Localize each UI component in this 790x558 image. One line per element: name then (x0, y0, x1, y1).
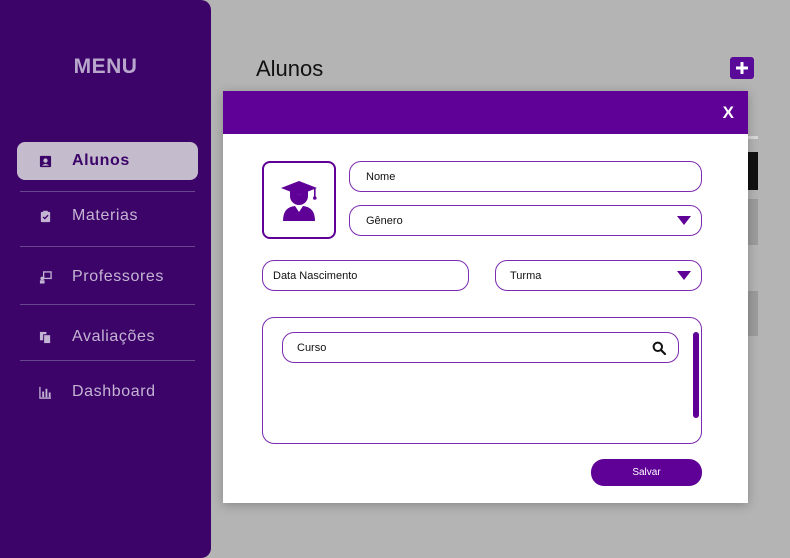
add-button[interactable] (730, 57, 754, 79)
modal-header: X (223, 91, 748, 134)
course-list-scrollbar[interactable] (693, 332, 699, 418)
course-search-input[interactable]: Curso (282, 332, 679, 363)
sidebar-item-professores[interactable]: Professores (17, 258, 198, 296)
chevron-down-icon (677, 270, 691, 280)
course-search-label: Curso (297, 341, 327, 354)
name-field[interactable]: Nome (349, 161, 702, 192)
divider (20, 191, 195, 192)
search-icon[interactable] (652, 341, 666, 355)
divider (20, 304, 195, 305)
student-form-modal: X Nome Gênero Data Nascimento Turma Curs… (223, 91, 748, 503)
birth-date-field[interactable]: Data Nascimento (262, 260, 469, 291)
background-table-row (748, 199, 758, 245)
clipboard-check-icon (38, 209, 53, 224)
sidebar-item-label: Materias (72, 207, 139, 224)
bar-chart-icon (38, 385, 53, 400)
graduate-icon (281, 181, 317, 221)
sidebar-item-avaliacoes[interactable]: Avaliações (17, 318, 198, 356)
save-button[interactable]: Salvar (591, 459, 702, 486)
sidebar-item-label: Avaliações (72, 328, 156, 345)
student-icon (38, 154, 53, 169)
chevron-down-icon (677, 215, 691, 225)
sidebar-item-label: Professores (72, 268, 164, 285)
background-table-edge (748, 136, 758, 139)
teacher-board-icon (38, 270, 53, 285)
divider (20, 246, 195, 247)
page-title: Alunos (256, 56, 324, 81)
sidebar-item-materias[interactable]: Materias (17, 197, 198, 235)
sidebar: MENU Alunos Materias Professores Avaliaç… (0, 0, 211, 558)
sidebar-item-dashboard[interactable]: Dashboard (17, 373, 198, 411)
background-table-header (748, 152, 758, 190)
sidebar-item-alunos[interactable]: Alunos (17, 142, 198, 180)
class-select[interactable]: Turma (495, 260, 702, 291)
close-button[interactable]: X (723, 103, 734, 123)
background-table-row (748, 291, 758, 336)
class-select-label: Turma (510, 269, 542, 282)
avatar-upload[interactable] (262, 161, 336, 239)
sidebar-item-label: Dashboard (72, 383, 156, 400)
plus-icon (736, 62, 748, 74)
menu-title: MENU (73, 55, 138, 78)
sidebar-item-label: Alunos (72, 152, 130, 169)
name-field-label: Nome (366, 170, 396, 183)
documents-icon (38, 330, 53, 345)
birth-date-label: Data Nascimento (273, 269, 358, 282)
divider (20, 360, 195, 361)
gender-select[interactable]: Gênero (349, 205, 702, 236)
gender-select-label: Gênero (366, 214, 403, 227)
